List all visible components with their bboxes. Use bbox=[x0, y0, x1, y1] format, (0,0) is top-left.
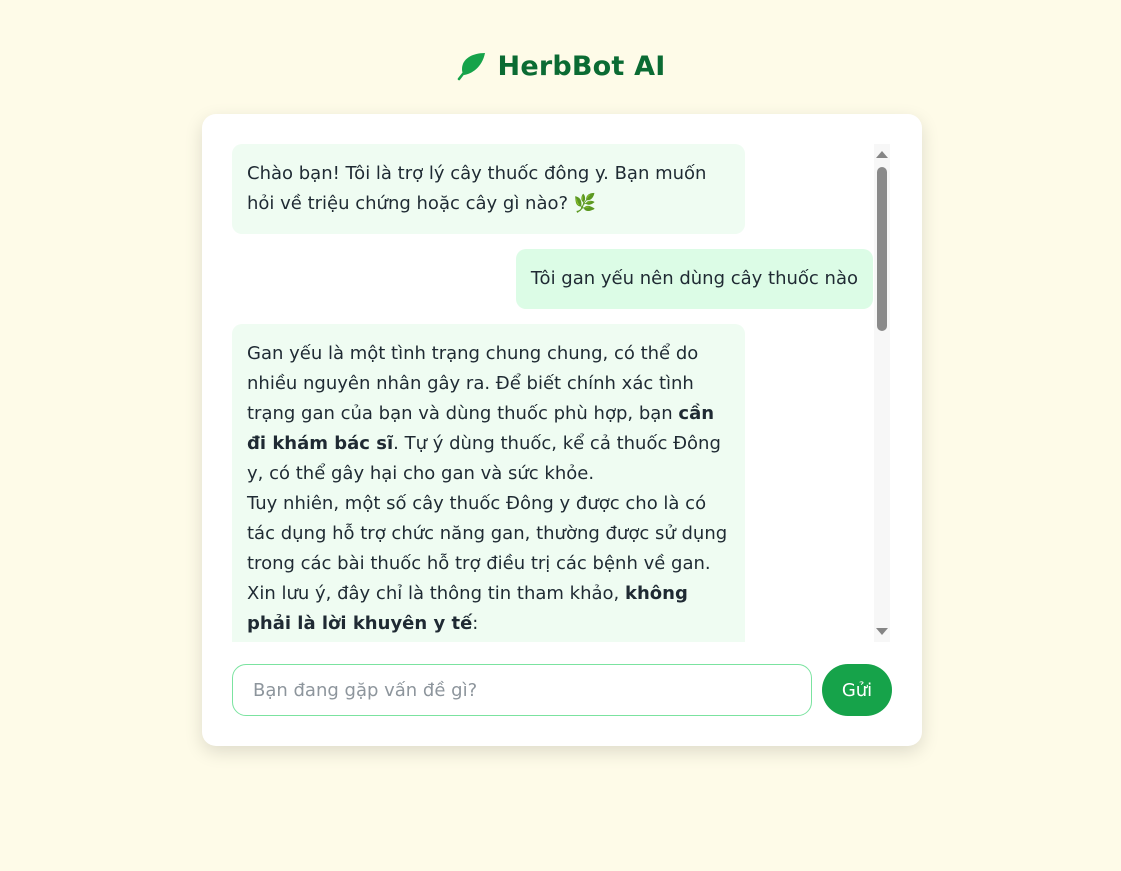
send-button[interactable]: Gửi bbox=[822, 664, 892, 716]
bot-message: Chào bạn! Tôi là trợ lý cây thuốc đông y… bbox=[232, 144, 745, 234]
bot-message-paragraph: Tuy nhiên, một số cây thuốc Đông y được … bbox=[247, 493, 728, 574]
leaf-icon bbox=[457, 53, 485, 81]
scrollbar-thumb[interactable] bbox=[877, 167, 887, 331]
bot-message-paragraph: Gan yếu là một tình trạng chung chung, c… bbox=[247, 339, 730, 489]
app-header: HerbBot AI bbox=[0, 44, 1121, 88]
bot-text: : bbox=[472, 613, 479, 634]
bot-message: Gan yếu là một tình trạng chung chung, c… bbox=[232, 324, 745, 642]
bot-message-text: Chào bạn! Tôi là trợ lý cây thuốc đông y… bbox=[247, 163, 707, 214]
bot-text: Xin lưu ý, đây chỉ là thông tin tham khả… bbox=[247, 583, 625, 604]
composer: Gửi bbox=[232, 664, 892, 716]
scroll-down-arrow-icon[interactable] bbox=[876, 628, 888, 635]
user-message: Tôi gan yếu nên dùng cây thuốc nào bbox=[515, 249, 873, 309]
scroll-up-arrow-icon[interactable] bbox=[876, 151, 888, 158]
user-message-text: Tôi gan yếu nên dùng cây thuốc nào bbox=[530, 268, 858, 289]
app-title: HerbBot AI bbox=[497, 50, 666, 82]
message-input[interactable] bbox=[232, 664, 812, 716]
chat-scrollbar[interactable] bbox=[874, 144, 890, 642]
chat-card: Chào bạn! Tôi là trợ lý cây thuốc đông y… bbox=[202, 114, 922, 746]
bot-text: Gan yếu là một tình trạng chung chung, c… bbox=[247, 343, 699, 424]
bot-message-paragraph: Xin lưu ý, đây chỉ là thông tin tham khả… bbox=[247, 579, 730, 639]
chat-messages[interactable]: Chào bạn! Tôi là trợ lý cây thuốc đông y… bbox=[232, 144, 873, 642]
